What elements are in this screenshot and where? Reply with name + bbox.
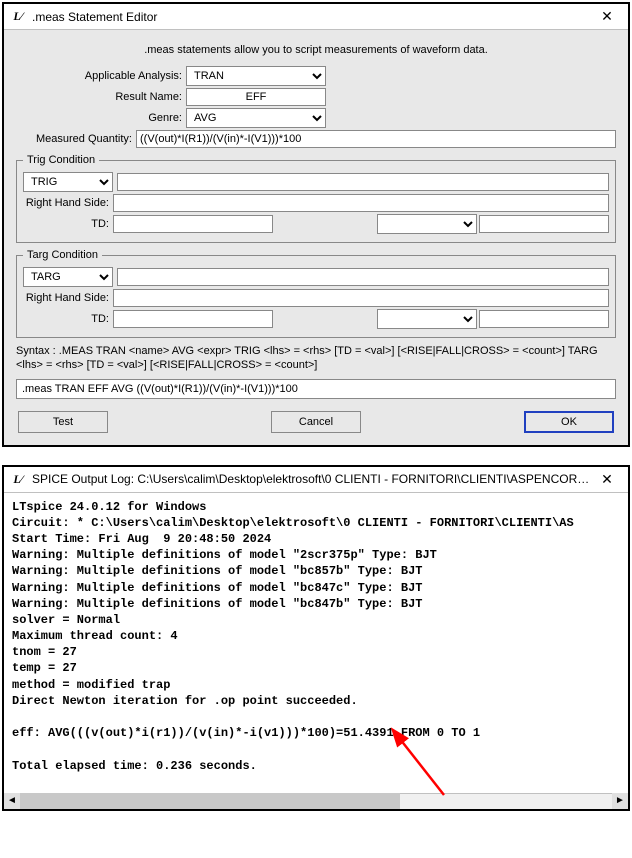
scroll-right-icon[interactable]: ► <box>612 793 628 809</box>
trig-rhs-label: Right Hand Side: <box>23 197 113 209</box>
intro-text: .meas statements allow you to script mea… <box>16 44 616 56</box>
meas-editor-body: .meas statements allow you to script mea… <box>4 30 628 445</box>
genre-label: Genre: <box>16 112 186 124</box>
targ-kind-select[interactable] <box>377 309 477 329</box>
syntax-hint: Syntax : .MEAS TRAN <name> AVG <expr> TR… <box>16 344 616 373</box>
spice-log-window: L⁄ SPICE Output Log: C:\Users\calim\Desk… <box>2 465 630 811</box>
trig-fieldset: Trig Condition TRIG Right Hand Side: TD: <box>16 154 616 243</box>
targ-rhs-input[interactable] <box>113 289 609 307</box>
spice-log-titlebar: L⁄ SPICE Output Log: C:\Users\calim\Desk… <box>4 467 628 493</box>
trig-rhs-input[interactable] <box>113 194 609 212</box>
meas-editor-window: L⁄ .meas Statement Editor ✕ .meas statem… <box>2 2 630 447</box>
cancel-button[interactable]: Cancel <box>271 411 361 433</box>
analysis-label: Applicable Analysis: <box>16 70 186 82</box>
targ-value-input[interactable] <box>117 268 609 286</box>
close-icon[interactable]: ✕ <box>592 8 622 25</box>
trig-value-input[interactable] <box>117 173 609 191</box>
targ-td-input[interactable] <box>113 310 273 328</box>
scroll-left-icon[interactable]: ◄ <box>4 793 20 809</box>
meas-editor-title: .meas Statement Editor <box>32 10 592 24</box>
result-name-input[interactable] <box>186 88 326 106</box>
trig-kind-select[interactable] <box>377 214 477 234</box>
app-icon: L⁄ <box>10 471 26 487</box>
meas-editor-titlebar: L⁄ .meas Statement Editor ✕ <box>4 4 628 30</box>
close-icon[interactable]: ✕ <box>592 471 622 488</box>
measured-label: Measured Quantity: <box>16 133 136 145</box>
targ-mode-select[interactable]: TARG <box>23 267 113 287</box>
targ-td-label: TD: <box>23 313 113 325</box>
generated-statement: .meas TRAN EFF AVG ((V(out)*I(R1))/(V(in… <box>16 379 616 399</box>
spice-log-console: LTspice 24.0.12 for Windows Circuit: * C… <box>4 493 628 793</box>
targ-legend: Targ Condition <box>23 249 102 261</box>
trig-legend: Trig Condition <box>23 154 99 166</box>
spice-log-title: SPICE Output Log: C:\Users\calim\Desktop… <box>32 472 592 486</box>
test-button[interactable]: Test <box>18 411 108 433</box>
targ-rhs-label: Right Hand Side: <box>23 292 113 304</box>
scrollbar-track[interactable] <box>20 793 612 809</box>
trig-td-label: TD: <box>23 218 113 230</box>
targ-fieldset: Targ Condition TARG Right Hand Side: TD: <box>16 249 616 338</box>
horizontal-scrollbar[interactable]: ◄ ► <box>4 793 628 809</box>
ok-button[interactable]: OK <box>524 411 614 433</box>
targ-count-input[interactable] <box>479 310 609 328</box>
app-icon: L⁄ <box>10 9 26 25</box>
trig-mode-select[interactable]: TRIG <box>23 172 113 192</box>
trig-count-input[interactable] <box>479 215 609 233</box>
genre-select[interactable]: AVG <box>186 108 326 128</box>
trig-td-input[interactable] <box>113 215 273 233</box>
measured-input[interactable] <box>136 130 616 148</box>
result-name-label: Result Name: <box>16 91 186 103</box>
analysis-select[interactable]: TRAN <box>186 66 326 86</box>
scrollbar-thumb[interactable] <box>20 793 400 809</box>
